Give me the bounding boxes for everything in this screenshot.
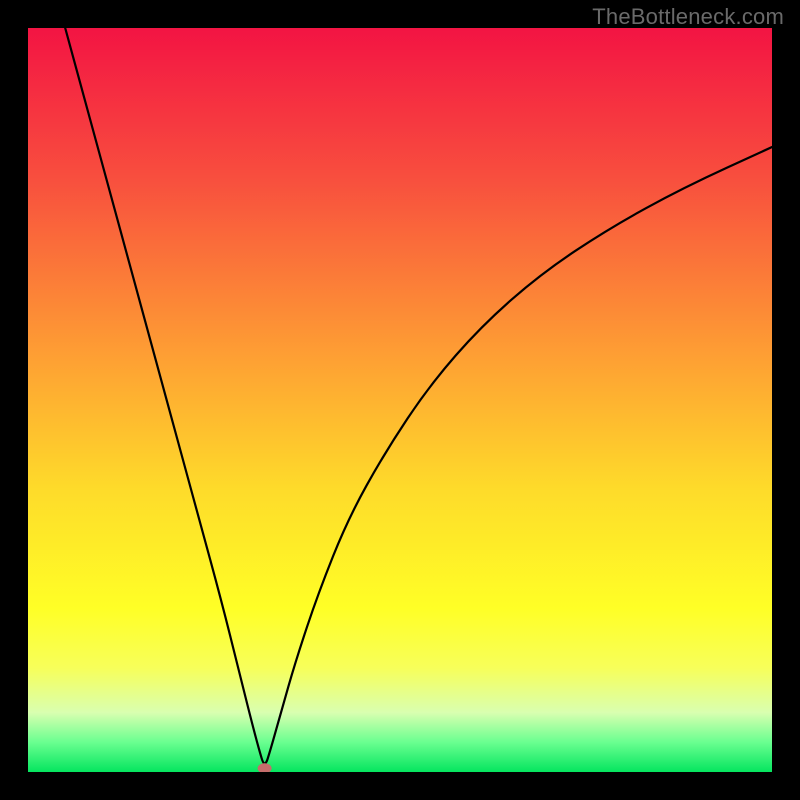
plot-area <box>28 28 772 772</box>
watermark-label: TheBottleneck.com <box>592 4 784 30</box>
gradient-background <box>28 28 772 772</box>
chart-svg <box>28 28 772 772</box>
chart-frame: TheBottleneck.com <box>0 0 800 800</box>
